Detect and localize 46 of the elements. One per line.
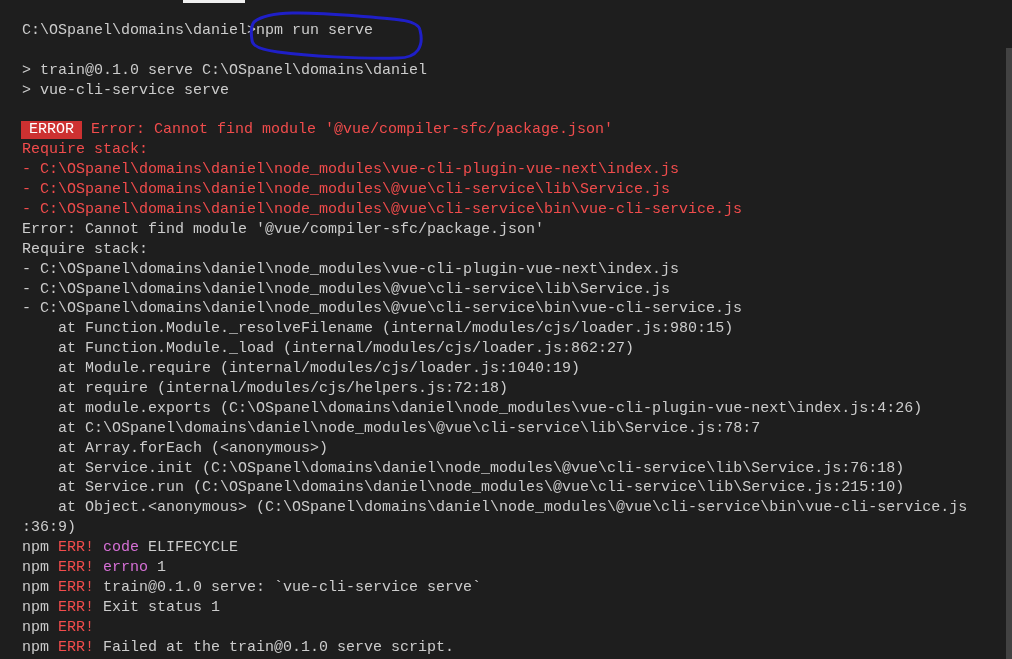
terminal-text: at require (internal/modules/cjs/helpers.js:72:18) <box>57 380 509 398</box>
command-text: npm run serve <box>256 22 374 39</box>
error-text: - C:\OSpanel\domains\daniel\node_modules\vue-cli-plugin-vue-next\index.js <box>22 161 680 179</box>
terminal-text: - C:\OSpanel\domains\daniel\node_modules\vue-cli-plugin-vue-next\index.js <box>22 260 680 278</box>
terminal-text: at Service.run (C:\OSpanel\domains\daniel\node_modules\@vue\cli-service\lib\Service.js:215:10) <box>57 479 905 497</box>
terminal-text: npm <box>22 578 49 596</box>
terminal-text: Failed at the train@0.1.0 serve script. <box>103 638 455 656</box>
error-text: ERR! <box>58 578 95 596</box>
error-text: ERR! <box>58 638 95 656</box>
terminal-text: npm <box>22 559 49 577</box>
error-text: Require stack: <box>22 141 149 159</box>
terminal-text: Error: Cannot find module '@vue/compiler-sfc/package.json' <box>22 220 545 238</box>
error-text: ERR! <box>58 559 95 577</box>
error-text: ERR! <box>58 539 95 557</box>
terminal-text: at Module.require (internal/modules/cjs/loader.js:1040:19) <box>57 360 581 378</box>
error-text: ERR! <box>58 618 95 636</box>
terminal-text: npm <box>22 598 49 616</box>
terminal-text: - C:\OSpanel\domains\daniel\node_modules\@vue\cli-service\lib\Service.js <box>22 280 671 298</box>
terminal-text: npm <box>22 539 49 557</box>
terminal-text: - C:\OSpanel\domains\daniel\node_modules\@vue\cli-service\bin\vue-cli-service.js <box>22 300 743 318</box>
terminal-text: 1 <box>157 559 167 577</box>
terminal-text: ELIFECYCLE <box>148 539 239 557</box>
terminal-text: at C:\OSpanel\domains\daniel\node_modules\@vue\cli-service\lib\Service.js:78:7 <box>57 419 761 437</box>
terminal-text: train@0.1.0 serve: `vue-cli-service serve` <box>103 578 482 596</box>
terminal-text: :36:9) <box>22 519 76 537</box>
tab-indicator <box>183 0 245 3</box>
error-text: - C:\OSpanel\domains\daniel\node_modules\@vue\cli-service\bin\vue-cli-service.js <box>22 201 743 218</box>
terminal-text: Exit status 1 <box>103 598 221 616</box>
keyword-text: code <box>103 539 140 557</box>
keyword-text: errno <box>103 559 149 577</box>
terminal-text: at Function.Module._resolveFilename (internal/modules/cjs/loader.js:980:15) <box>57 320 734 338</box>
error-text: - C:\OSpanel\domains\daniel\node_modules\@vue\cli-service\lib\Service.js <box>22 181 671 199</box>
terminal-text: at Object.<anonymous> (C:\OSpanel\domains\daniel\node_modules\@vue\cli-service\bin\vue-cli-service.js <box>57 499 968 517</box>
scrollbar-thumb[interactable] <box>1006 48 1012 659</box>
terminal-text: Require stack: <box>22 240 149 258</box>
terminal-text: at Service.init (C:\OSpanel\domains\daniel\node_modules\@vue\cli-service\lib\Service.js:76:18) <box>57 459 905 477</box>
terminal-text: npm <box>22 638 49 656</box>
terminal-text: at Array.forEach (<anonymous>) <box>57 439 329 457</box>
terminal-text: at module.exports (C:\OSpanel\domains\daniel\node_modules\vue-cli-plugin-vue-next\index.js:4:26) <box>57 399 923 417</box>
terminal-text: > train@0.1.0 serve C:\OSpanel\domains\daniel <box>22 61 428 79</box>
error-text: ERR! <box>58 598 95 616</box>
terminal-text: npm <box>22 618 49 636</box>
terminal-text: at Function.Module._load (internal/modules/cjs/loader.js:862:27) <box>57 340 635 358</box>
error-text: Error: Cannot find module '@vue/compiler-sfc/package.json' <box>91 121 614 139</box>
error-badge: ERROR <box>21 121 82 140</box>
terminal-text: > vue-cli-service serve <box>22 81 230 99</box>
